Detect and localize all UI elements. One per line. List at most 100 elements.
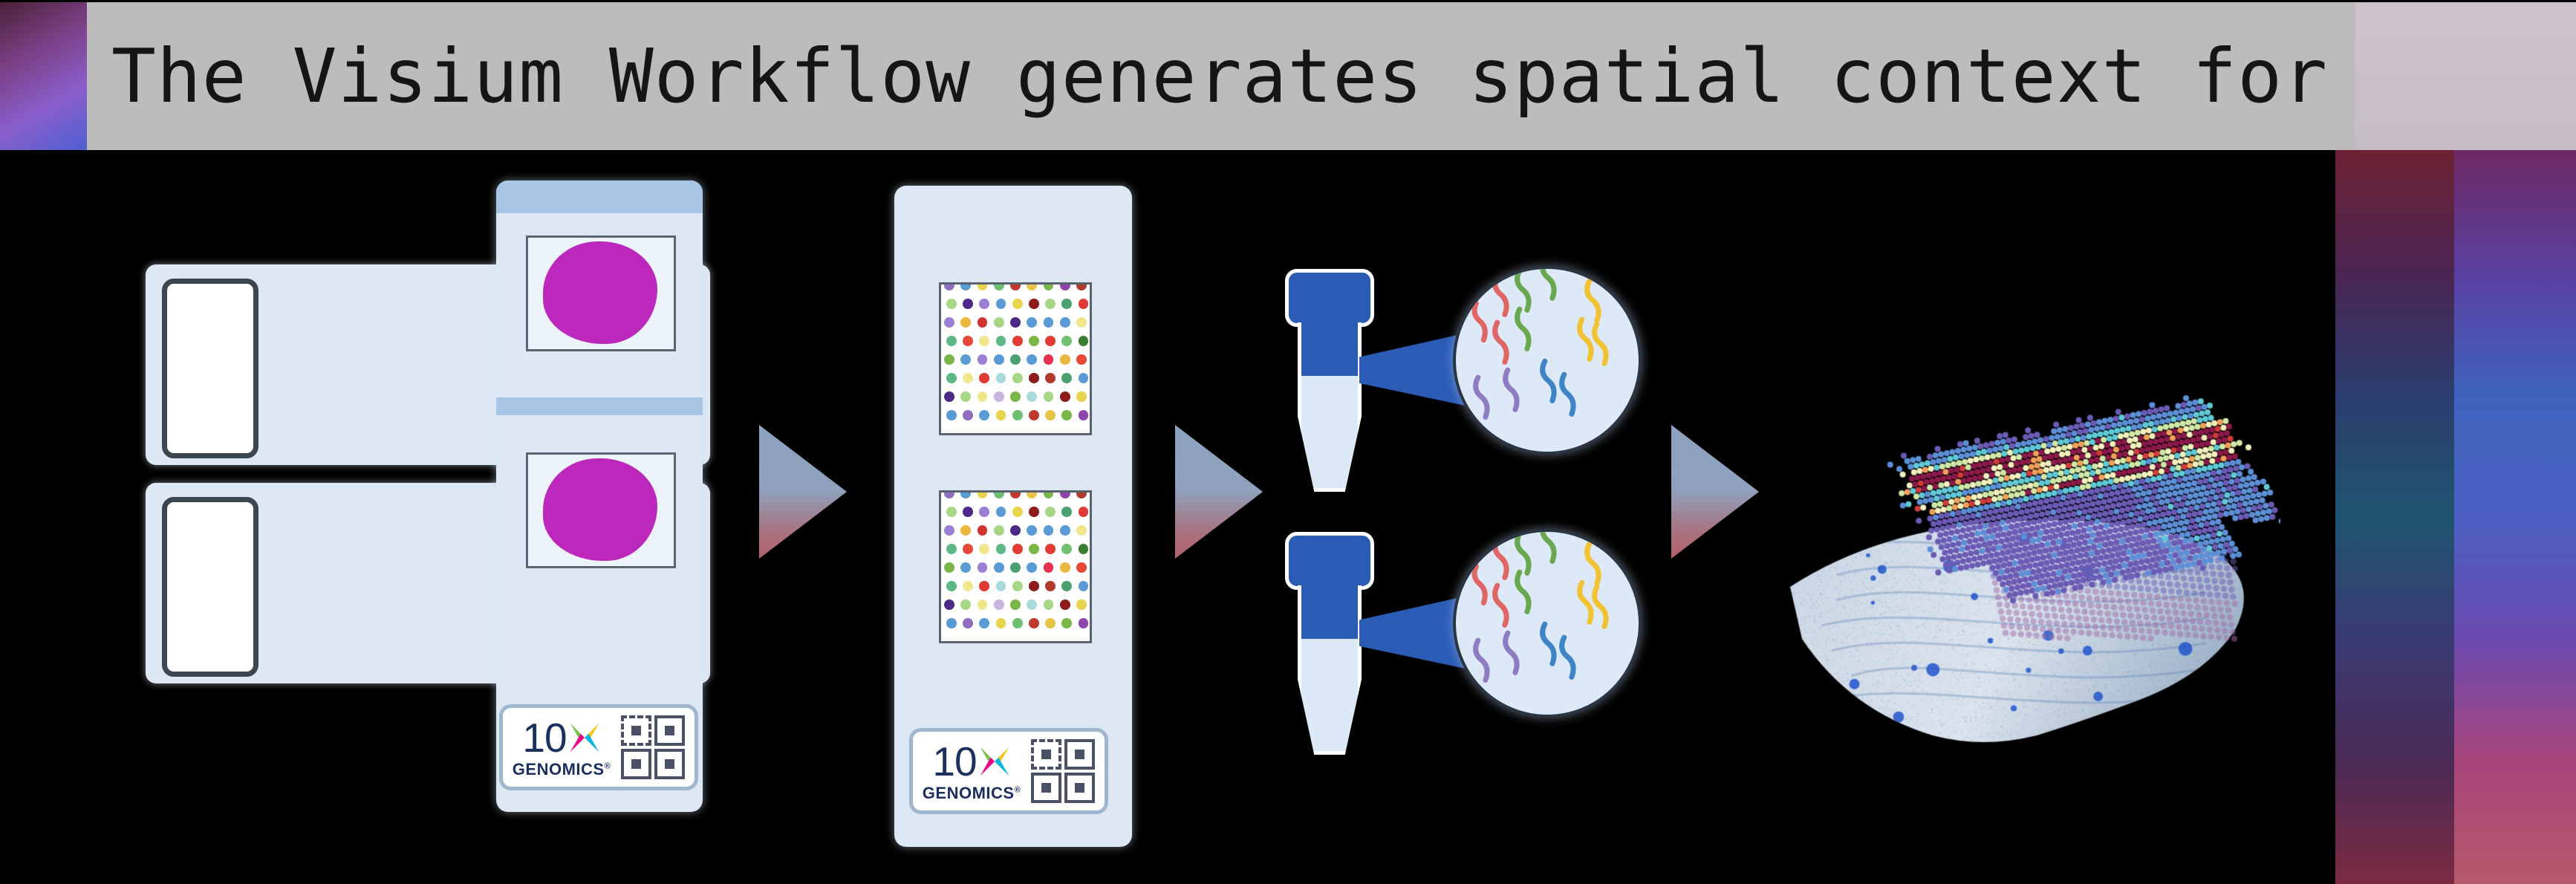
barcoded-spot [993, 562, 1004, 573]
barcoded-spot [1078, 507, 1089, 518]
qr-cell-tl [621, 715, 652, 746]
barcoded-spot [1078, 336, 1089, 347]
barcoded-spot [946, 299, 957, 310]
barcoded-spot [993, 391, 1004, 403]
tissue-section-bottom [543, 458, 657, 561]
qr-cell-br-2 [1064, 773, 1096, 803]
logo-x-icon [568, 721, 601, 755]
rna-strands-bottom [1471, 532, 1609, 683]
barcoded-spot [977, 391, 988, 403]
barcoded-spot [1061, 373, 1073, 384]
rna-magnifier-circle-bottom [1453, 529, 1642, 718]
barcoded-spot [1045, 507, 1056, 518]
barcoded-spot [963, 507, 973, 518]
barcoded-spot [1010, 493, 1021, 499]
barcoded-spot [1045, 618, 1056, 629]
capture-slide-band-middle [496, 397, 703, 415]
barcoded-spot [1043, 493, 1054, 499]
spot-array-bottom [939, 490, 1092, 643]
barcoded-spot [1029, 581, 1039, 592]
barcoded-spot [1045, 336, 1056, 347]
logo-x-icon-2 [978, 744, 1011, 779]
logo-registered-mark-2: ® [1014, 785, 1021, 795]
logo-row-10x-2: 10 [932, 741, 1010, 782]
barcoded-spot [1043, 562, 1054, 573]
barcoded-spot [963, 299, 973, 310]
slide-label-top [162, 279, 258, 458]
barcoded-spot [979, 581, 990, 592]
barcoded-spot [1010, 354, 1021, 365]
qr-code-icon-2 [1031, 739, 1096, 803]
flow-arrow-3 [1671, 425, 1759, 559]
barcoded-spot [1010, 562, 1021, 573]
barcoded-spot [1076, 599, 1087, 611]
barcoded-spot [1078, 299, 1089, 310]
barcoded-spot [1045, 544, 1056, 555]
edge-ribbon-bright [2454, 150, 2576, 884]
logo-badge-step1: 10 GENOMICS® [499, 704, 698, 790]
barcoded-spot [995, 544, 1006, 555]
barcoded-spot [1043, 599, 1054, 611]
barcoded-spot [1059, 285, 1070, 291]
barcoded-spot [960, 391, 972, 403]
logo-row-genomics-2: GENOMICS® [923, 784, 1021, 802]
barcoded-spot [944, 525, 954, 536]
tissue-section-top [543, 241, 657, 344]
barcoded-spot [944, 317, 954, 328]
workflow-step-library-prep [1263, 238, 1679, 802]
barcoded-spot [960, 562, 972, 573]
logo-registered-mark: ® [604, 761, 611, 771]
barcoded-spot [944, 285, 954, 291]
barcoded-spot [1076, 493, 1087, 499]
barcoded-spot [1078, 373, 1089, 384]
barcoded-spot [1059, 562, 1070, 573]
barcoded-spot [1045, 410, 1056, 421]
barcoded-spot [944, 562, 954, 573]
barcoded-spot [1078, 544, 1089, 555]
barcoded-spot [1027, 562, 1038, 573]
barcoded-spot [1061, 618, 1073, 629]
barcoded-spot [977, 354, 988, 365]
tube-cap-collar-bottom [1297, 585, 1362, 639]
logo-wordmark-2: 10 GENOMICS® [923, 741, 1021, 802]
barcoded-spot [1029, 618, 1039, 629]
barcoded-spot [1012, 544, 1023, 555]
barcoded-spot [1045, 373, 1056, 384]
flow-arrow-2 [1175, 425, 1263, 559]
logo-text-genomics: GENOMICS [512, 759, 605, 779]
rna-magnifier-circle-top [1453, 266, 1642, 455]
barcoded-spot [1043, 285, 1054, 291]
flow-arrow-1 [759, 425, 847, 559]
rna-strands-top [1471, 269, 1609, 420]
barcoded-spot [995, 299, 1006, 310]
barcoded-spot [963, 410, 973, 421]
barcoded-spot [1029, 544, 1039, 555]
barcoded-spot [1078, 581, 1089, 592]
barcoded-spot [1012, 299, 1023, 310]
edge-ribbon-dark [2335, 150, 2454, 884]
barcoded-spot [1010, 391, 1021, 403]
barcoded-spot [1010, 285, 1021, 291]
barcoded-spot [1076, 525, 1087, 536]
barcoded-spot [995, 581, 1006, 592]
barcoded-spot [995, 336, 1006, 347]
spot-array-top [939, 282, 1092, 435]
barcoded-spot [1076, 562, 1087, 573]
barcoded-spot [1043, 354, 1054, 365]
barcoded-spot [1027, 317, 1038, 328]
barcoded-spot [1027, 493, 1038, 499]
barcoded-spot [1061, 299, 1073, 310]
barcoded-spot [960, 599, 972, 611]
qr-cell-tl-2 [1031, 739, 1062, 770]
capture-slide-band-top [496, 181, 703, 213]
barcoded-spot [1027, 354, 1038, 365]
barcoded-spot [946, 373, 957, 384]
barcoded-spot [1076, 354, 1087, 365]
spatial-gene-expression-canvas [1760, 290, 2280, 750]
workflow-step-spatial-view [1760, 290, 2280, 750]
barcoded-spot [960, 317, 972, 328]
barcoded-spot [1012, 373, 1023, 384]
barcoded-spot [944, 354, 954, 365]
barcoded-spot [946, 618, 957, 629]
qr-cell-br [654, 749, 686, 779]
